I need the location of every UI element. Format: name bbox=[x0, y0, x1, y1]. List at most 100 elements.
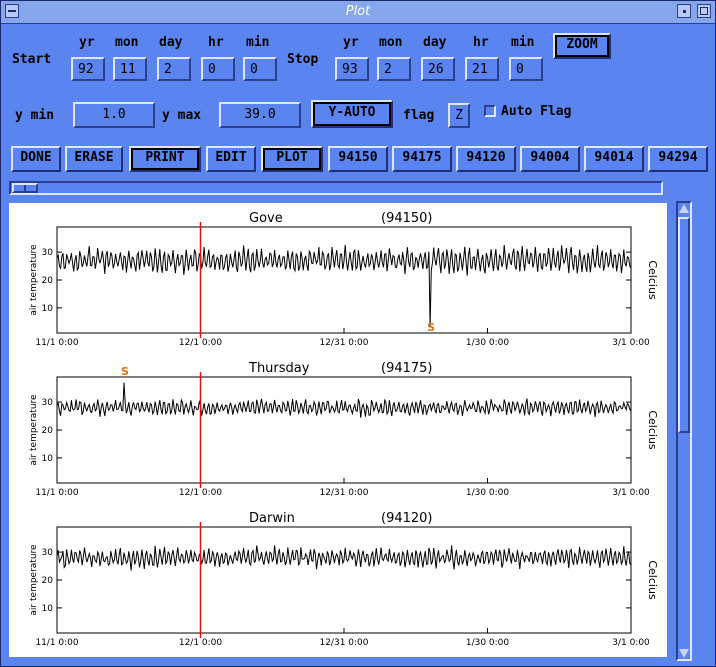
stop-mon-field[interactable]: 2 bbox=[377, 57, 411, 81]
panel-title: Gove bbox=[249, 211, 283, 226]
x-tick-label: 11/1 0:00 bbox=[35, 488, 79, 498]
station-button-94014[interactable]: 94014 bbox=[584, 146, 644, 172]
print-button[interactable]: PRINT bbox=[129, 146, 201, 172]
maximize-button[interactable] bbox=[697, 4, 711, 18]
scroll-up-arrow-icon[interactable] bbox=[679, 204, 689, 213]
x-tick-label: 12/31 0:00 bbox=[319, 638, 368, 648]
y-tick-label: 30 bbox=[42, 548, 54, 558]
title-bar[interactable]: Plot bbox=[1, 1, 715, 24]
y-tick-label: 20 bbox=[42, 426, 54, 436]
plot-canvas: Gove (94150) 10 20 30 air temperature Celcius 1… bbox=[9, 203, 667, 657]
station-button-94175[interactable]: 94175 bbox=[392, 146, 452, 172]
temperature-series-line bbox=[56, 545, 632, 571]
x-tick-label: 12/1 0:00 bbox=[179, 638, 223, 648]
x-tick-label: 12/1 0:00 bbox=[179, 488, 223, 498]
plot-window: Plot yr mon day hr min yr mon day hr min… bbox=[0, 0, 716, 667]
x-tick-label: 3/1 0:00 bbox=[612, 338, 650, 348]
col-header-yr: yr bbox=[79, 35, 95, 50]
minimize-button[interactable] bbox=[677, 4, 691, 18]
ymax-label: y max bbox=[162, 108, 202, 123]
station-button-94294[interactable]: 94294 bbox=[648, 146, 708, 172]
horizontal-scrollbar[interactable] bbox=[9, 181, 663, 195]
stop-col-header-yr: yr bbox=[343, 35, 359, 50]
window-title: Plot bbox=[345, 4, 371, 19]
panel-title: Thursday bbox=[248, 361, 310, 376]
x-tick-label: 1/30 0:00 bbox=[466, 488, 510, 498]
ymin-label: y min bbox=[15, 108, 55, 123]
flag-marker: S bbox=[427, 321, 435, 334]
y-tick-label: 30 bbox=[42, 398, 54, 408]
station-button-94120[interactable]: 94120 bbox=[456, 146, 516, 172]
y-tick-label: 20 bbox=[42, 276, 54, 286]
x-tick-label: 1/30 0:00 bbox=[466, 338, 510, 348]
x-tick-label: 3/1 0:00 bbox=[612, 488, 650, 498]
y-tick-label: 30 bbox=[42, 248, 54, 258]
auto-flag-label: Auto Flag bbox=[501, 104, 572, 119]
station-button-94150[interactable]: 94150 bbox=[328, 146, 388, 172]
x-tick-label: 12/1 0:00 bbox=[179, 338, 223, 348]
right-axis-label: Celcius bbox=[646, 260, 659, 300]
stop-yr-field[interactable]: 93 bbox=[335, 57, 369, 81]
stop-label: Stop bbox=[287, 52, 319, 67]
panel-station-id: (94120) bbox=[381, 511, 433, 526]
flag-marker: S bbox=[121, 365, 129, 378]
y-tick-label: 10 bbox=[42, 304, 54, 314]
scroll-down-arrow-icon[interactable] bbox=[679, 649, 689, 658]
stop-col-header-day: day bbox=[423, 35, 447, 50]
temperature-series-line bbox=[56, 244, 632, 328]
panel-frame bbox=[56, 376, 632, 484]
panel-frame bbox=[56, 526, 632, 634]
stop-day-field[interactable]: 26 bbox=[421, 57, 455, 81]
x-tick-label: 1/30 0:00 bbox=[466, 638, 510, 648]
x-tick-label: 3/1 0:00 bbox=[612, 638, 650, 648]
ymax-field[interactable]: 39.0 bbox=[219, 102, 301, 128]
plots-svg: Gove (94150)102030air temperature Celcius1… bbox=[29, 211, 659, 648]
panel-frame bbox=[56, 226, 632, 334]
x-tick-label: 11/1 0:00 bbox=[35, 638, 79, 648]
erase-button[interactable]: ERASE bbox=[65, 146, 123, 172]
station-button-94004[interactable]: 94004 bbox=[520, 146, 580, 172]
ymin-field[interactable]: 1.0 bbox=[73, 102, 155, 128]
start-day-field[interactable]: 2 bbox=[157, 57, 191, 81]
col-header-hr: hr bbox=[208, 35, 224, 50]
vertical-scroll-thumb[interactable] bbox=[678, 217, 690, 433]
done-button[interactable]: DONE bbox=[11, 146, 61, 172]
stop-col-header-min: min bbox=[511, 35, 535, 50]
zoom-button[interactable]: ZOOM bbox=[553, 33, 611, 59]
edit-button[interactable]: EDIT bbox=[206, 146, 256, 172]
panel-station-id: (94175) bbox=[381, 361, 433, 376]
right-axis-label: Celcius bbox=[646, 410, 659, 450]
stop-hr-field[interactable]: 21 bbox=[465, 57, 499, 81]
col-header-mon: mon bbox=[115, 35, 139, 50]
panel-title: Darwin bbox=[249, 511, 295, 526]
plot-button[interactable]: PLOT bbox=[261, 146, 323, 172]
col-header-min: min bbox=[246, 35, 270, 50]
start-label: Start bbox=[12, 52, 52, 67]
flag-label: flag bbox=[403, 108, 435, 123]
auto-flag-checkbox[interactable] bbox=[484, 105, 496, 117]
y-axis-label: air temperature bbox=[29, 244, 39, 316]
stop-min-field[interactable]: 0 bbox=[509, 57, 543, 81]
stop-col-header-mon: mon bbox=[379, 35, 403, 50]
start-mon-field[interactable]: 11 bbox=[113, 57, 147, 81]
col-header-day: day bbox=[159, 35, 183, 50]
x-tick-label: 12/31 0:00 bbox=[319, 338, 368, 348]
stop-col-header-hr: hr bbox=[473, 35, 489, 50]
y-axis-label: air temperature bbox=[29, 394, 39, 466]
y-tick-label: 10 bbox=[42, 604, 54, 614]
start-min-field[interactable]: 0 bbox=[243, 57, 277, 81]
start-hr-field[interactable]: 0 bbox=[201, 57, 235, 81]
temperature-series-line bbox=[56, 382, 632, 418]
start-yr-field[interactable]: 92 bbox=[71, 57, 105, 81]
horizontal-scroll-thumb[interactable] bbox=[12, 183, 38, 193]
right-axis-label: Celcius bbox=[646, 560, 659, 600]
x-tick-label: 12/31 0:00 bbox=[319, 488, 368, 498]
panel-station-id: (94150) bbox=[381, 211, 433, 226]
y-tick-label: 10 bbox=[42, 454, 54, 464]
flag-field[interactable]: Z bbox=[448, 103, 470, 128]
x-tick-label: 11/1 0:00 bbox=[35, 338, 79, 348]
vertical-scrollbar[interactable] bbox=[676, 201, 692, 661]
y-axis-label: air temperature bbox=[29, 544, 39, 616]
y-tick-label: 20 bbox=[42, 576, 54, 586]
y-auto-button[interactable]: Y-AUTO bbox=[311, 100, 393, 128]
